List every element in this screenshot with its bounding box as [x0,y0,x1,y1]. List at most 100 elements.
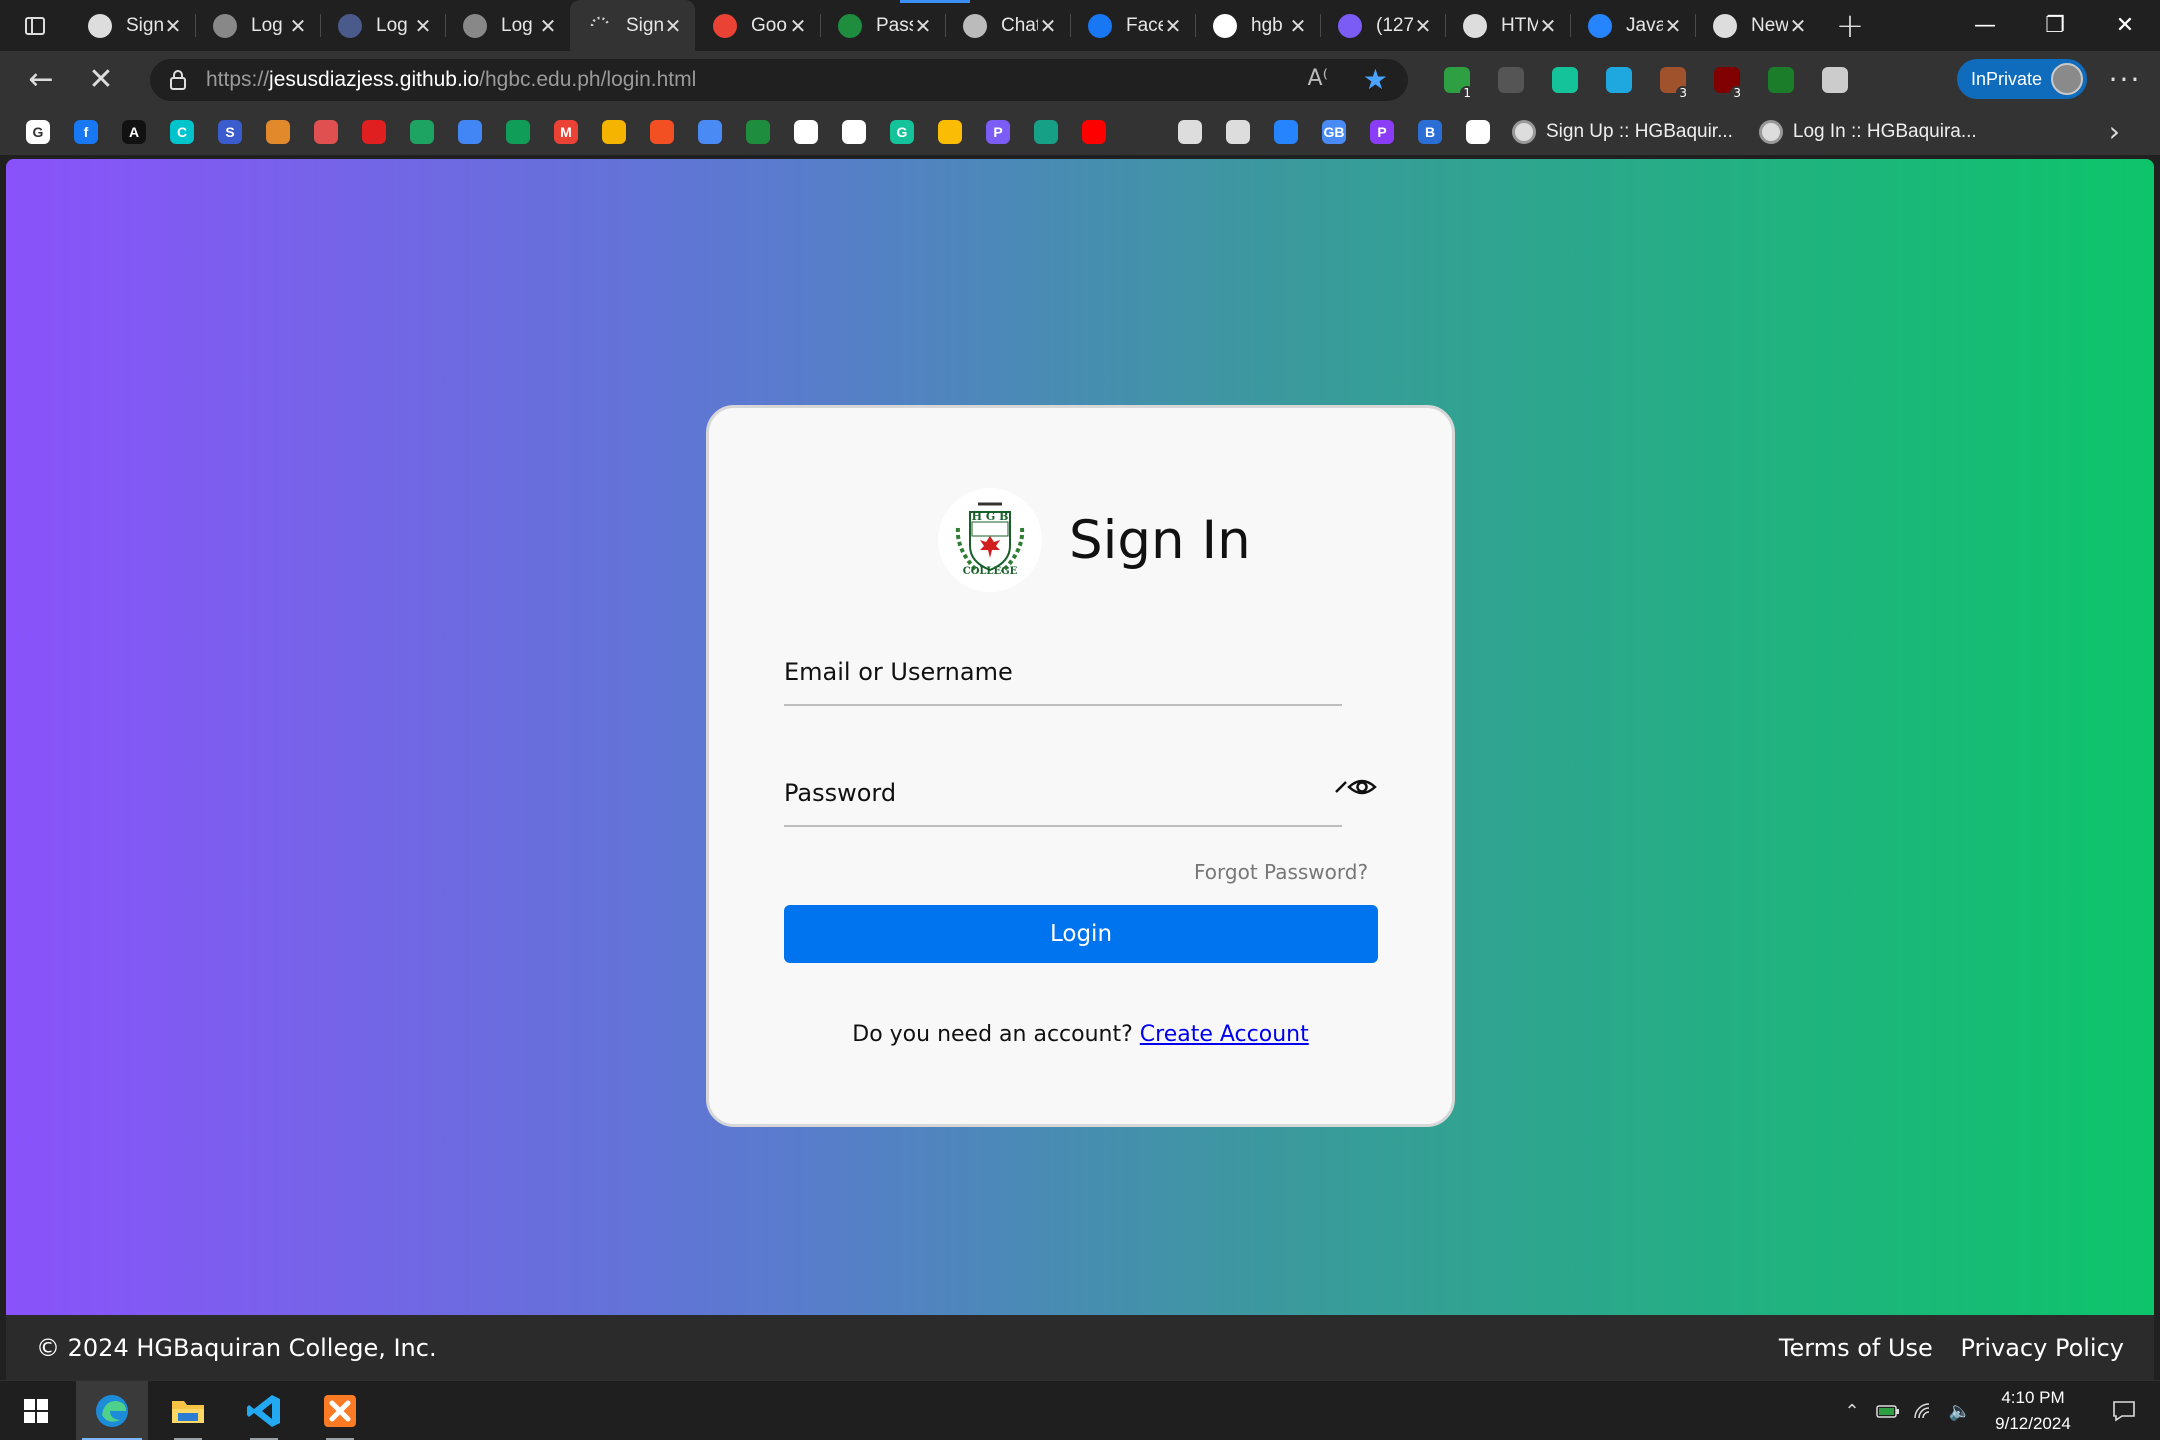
browser-tab[interactable]: Log ✕ [320,0,445,51]
tab-close-icon[interactable]: ✕ [1038,14,1058,38]
browser-tab[interactable]: Pass✕ [820,0,945,51]
taskbar-clock[interactable]: 4:10 PM 9/12/2024 [1978,1385,2088,1437]
tab-close-icon[interactable]: ✕ [663,14,683,38]
password-field[interactable]: Password [784,769,1342,827]
favorite-bookmark[interactable]: GB [1310,108,1358,155]
taskbar-edge-button[interactable] [76,1381,148,1440]
favorite-bookmark[interactable]: f [62,108,110,155]
browser-tab[interactable]: Java ✕ [1570,0,1695,51]
ublock-icon[interactable]: 3 [1700,51,1754,108]
browser-tab[interactable]: New ✕ [1695,0,1820,51]
more-menu-icon[interactable]: ··· [2100,51,2150,108]
tab-close-icon[interactable]: ✕ [413,14,433,38]
taskbar-vscode-button[interactable] [228,1381,300,1440]
volume-icon[interactable]: 🔈 [1942,1381,1978,1440]
browser-tab[interactable]: Sign ✕ [70,0,195,51]
favorite-bookmark[interactable]: P [1358,108,1406,155]
favorite-bookmark[interactable] [1118,108,1166,155]
browser-tab[interactable]: Log ✕ [195,0,320,51]
favorite-bookmark[interactable] [1166,108,1214,155]
privacy-policy-link[interactable]: Privacy Policy [1960,1334,2124,1362]
new-tab-button[interactable]: + [1820,0,1880,51]
browser-tab[interactable]: (127 ✕ [1320,0,1445,51]
chevron-up-icon[interactable]: ⌃ [1834,1381,1870,1440]
taskbar-xampp-button[interactable] [304,1381,376,1440]
inprivate-button[interactable]: InPrivate [1957,59,2087,99]
back-button[interactable]: ← [14,51,68,108]
favorite-bookmark[interactable] [926,108,974,155]
browser-tab[interactable]: Goo ✕ [695,0,820,51]
login-button[interactable]: Login [784,905,1378,963]
favorite-link-signup[interactable]: Sign Up :: HGBaquir... [1512,108,1733,155]
url-text[interactable]: https://jesusdiazjess.github.io/hgbc.edu… [206,68,696,92]
favorite-bookmark[interactable] [494,108,542,155]
toggle-password-visibility-button[interactable] [1334,772,1378,802]
shield-extension-icon[interactable]: 1 [1430,51,1484,108]
favorite-bookmark[interactable] [446,108,494,155]
stop-loading-button[interactable]: ✕ [74,51,128,108]
favorite-bookmark[interactable] [1070,108,1118,155]
start-button[interactable] [0,1381,72,1440]
favorite-bookmark[interactable] [1022,108,1070,155]
favorite-link-login[interactable]: Log In :: HGBaquira... [1758,108,1977,155]
favorite-bookmark[interactable] [734,108,782,155]
tab-close-icon[interactable]: ✕ [1663,14,1683,38]
tab-close-icon[interactable]: ✕ [1163,14,1183,38]
browser-tab[interactable]: hgb ✕ [1195,0,1320,51]
terms-of-use-link[interactable]: Terms of Use [1779,1334,1933,1362]
favorite-bookmark[interactable]: M [542,108,590,155]
tab-close-icon[interactable]: ✕ [163,14,183,38]
favorite-bookmark[interactable]: B [1406,108,1454,155]
favorite-bookmark[interactable]: G [878,108,926,155]
reader-extension-icon[interactable] [1484,51,1538,108]
taskbar-explorer-button[interactable] [152,1381,224,1440]
read-aloud-icon[interactable]: A⁽ [1308,66,1328,91]
cookie-extension-icon[interactable]: 3 [1646,51,1700,108]
minimize-button[interactable]: — [1950,0,2020,51]
favorite-bookmark[interactable] [1262,108,1310,155]
email-field[interactable]: Email or Username [784,648,1342,706]
favorite-bookmark[interactable] [350,108,398,155]
browser-tab[interactable]: HTM ✕ [1445,0,1570,51]
tab-close-icon[interactable]: ✕ [1538,14,1558,38]
wifi-icon[interactable] [1906,1381,1942,1440]
favorite-bookmark[interactable] [398,108,446,155]
download-extension-icon[interactable] [1592,51,1646,108]
tab-close-icon[interactable]: ✕ [788,14,808,38]
tab-close-icon[interactable]: ✕ [1288,14,1308,38]
favorite-bookmark[interactable] [830,108,878,155]
tab-close-icon[interactable]: ✕ [913,14,933,38]
tab-actions-button[interactable] [0,0,70,51]
tab-close-icon[interactable]: ✕ [1413,14,1433,38]
leaf-extension-icon[interactable] [1754,51,1808,108]
favorite-bookmark[interactable]: G [14,108,62,155]
favorite-bookmark[interactable] [686,108,734,155]
favorite-bookmark[interactable] [638,108,686,155]
forgot-password-link[interactable]: Forgot Password? [1194,860,1368,884]
grammarly-icon[interactable] [1538,51,1592,108]
tab-close-icon[interactable]: ✕ [288,14,308,38]
favorite-bookmark[interactable] [590,108,638,155]
browser-tab[interactable]: Chat ✕ [945,0,1070,51]
create-account-link[interactable]: Create Account [1140,1022,1309,1047]
tab-close-icon[interactable]: ✕ [1788,14,1808,38]
battery-icon[interactable] [1870,1381,1906,1440]
favorite-bookmark[interactable] [1454,108,1502,155]
browser-tab[interactable]: Sign ✕ [570,0,695,51]
favorite-bookmark[interactable] [302,108,350,155]
tab-close-icon[interactable]: ✕ [538,14,558,38]
restore-button[interactable]: ❐ [2020,0,2090,51]
browser-tab[interactable]: Face ✕ [1070,0,1195,51]
favorite-bookmark[interactable] [1214,108,1262,155]
chevron-right-icon[interactable]: › [2109,108,2120,155]
close-window-button[interactable]: ✕ [2090,0,2160,51]
favorite-bookmark[interactable]: S [206,108,254,155]
favorite-bookmark[interactable]: P [974,108,1022,155]
favorite-star-icon[interactable]: ★ [1363,63,1388,96]
favorite-bookmark[interactable] [254,108,302,155]
favorite-bookmark[interactable]: A [110,108,158,155]
browser-tab[interactable]: Log ✕ [445,0,570,51]
extensions-puzzle-icon[interactable] [1808,51,1862,108]
lock-icon[interactable] [150,69,206,91]
notifications-button[interactable] [2088,1381,2160,1440]
